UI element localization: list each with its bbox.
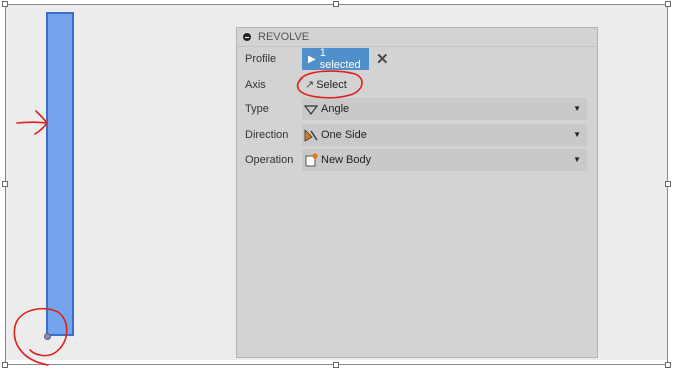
sketch-profile-rectangle[interactable]	[46, 12, 74, 336]
resize-handle-top-left[interactable]	[2, 1, 8, 7]
chevron-down-icon: ▼	[573, 155, 581, 164]
collapse-icon[interactable]	[243, 33, 251, 41]
chevron-down-icon: ▼	[573, 104, 581, 113]
type-value: Angle	[321, 103, 350, 115]
type-row: Type Angle ▼	[237, 98, 597, 120]
chevron-down-icon: ▼	[573, 130, 581, 139]
resize-handle-right[interactable]	[665, 181, 671, 187]
profile-selection-value: 1 selected	[319, 47, 361, 71]
angle-icon	[303, 102, 319, 116]
operation-row: Operation New Body ▼	[237, 149, 597, 171]
profile-row: Profile ▶ 1 selected ✕	[237, 47, 597, 71]
axis-select-button[interactable]: ↗ Select	[305, 78, 347, 92]
axis-label: Axis	[245, 79, 266, 91]
profile-selection-button[interactable]: ▶ 1 selected	[302, 47, 369, 71]
sketch-origin-point[interactable]	[44, 333, 51, 340]
type-dropdown[interactable]: Angle ▼	[302, 98, 587, 120]
one-side-icon	[304, 128, 318, 142]
resize-handle-bottom-left[interactable]	[2, 362, 8, 368]
new-body-icon	[304, 153, 318, 167]
revolve-dialog-header[interactable]: REVOLVE	[237, 28, 597, 47]
dialog-title: REVOLVE	[258, 31, 310, 43]
operation-dropdown[interactable]: New Body ▼	[302, 149, 587, 171]
profile-label: Profile	[245, 53, 277, 65]
direction-value: One Side	[321, 129, 367, 141]
operation-label: Operation	[245, 154, 294, 166]
direction-dropdown[interactable]: One Side ▼	[302, 124, 587, 146]
resize-handle-left[interactable]	[2, 181, 8, 187]
direction-row: Direction One Side ▼	[237, 124, 597, 146]
operation-value: New Body	[321, 154, 372, 166]
axis-row: Axis ↗ Select	[237, 74, 597, 96]
clear-selection-icon[interactable]: ✕	[376, 50, 389, 68]
type-label: Type	[245, 103, 269, 115]
resize-handle-bottom-right[interactable]	[665, 362, 671, 368]
axis-select-value: Select	[316, 78, 347, 91]
direction-label: Direction	[245, 129, 289, 141]
resize-handle-top-right[interactable]	[665, 1, 671, 7]
resize-handle-bottom[interactable]	[333, 362, 339, 368]
resize-handle-top[interactable]	[333, 1, 339, 7]
revolve-dialog: REVOLVE Profile ▶ 1 selected ✕ Axis ↗ Se…	[236, 27, 598, 358]
cursor-arrow-icon: ▶	[308, 53, 316, 65]
cursor-arrow-icon: ↗	[305, 79, 315, 91]
